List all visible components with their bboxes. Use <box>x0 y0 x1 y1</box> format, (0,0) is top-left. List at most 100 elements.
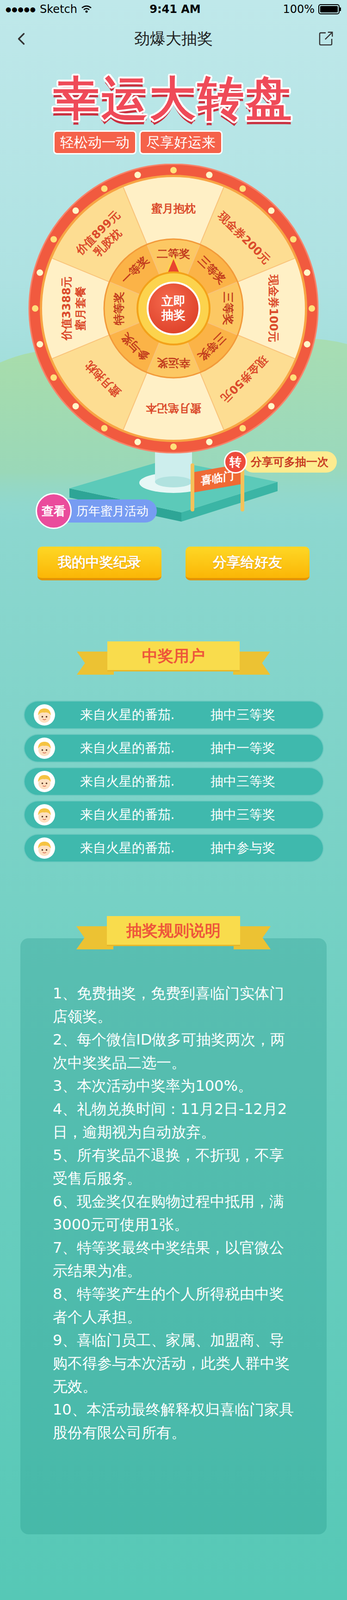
winner-prize: 抽中三等奖 <box>210 706 276 725</box>
draw-button[interactable]: 立即抽奖 <box>146 281 201 336</box>
wheel-light <box>239 185 247 193</box>
avatar-icon <box>33 737 56 760</box>
wheel-light <box>303 269 311 277</box>
hero-title: 幸运大转盘 <box>53 73 294 124</box>
segment-prize: 现金券50元 <box>218 353 271 405</box>
ribbon-title: 中奖用户 <box>107 641 240 671</box>
winner-name: 来自火星的番茄. <box>80 839 211 858</box>
segment-prize: 现金券100元 <box>266 274 280 343</box>
carrier: Sketch <box>39 2 78 16</box>
action-button[interactable]: 我的中奖纪录 <box>37 546 162 581</box>
nav-title: 劲爆大抽奖 <box>134 28 213 50</box>
history-button[interactable]: 查看历年蜜月活动 <box>35 493 157 530</box>
avatar-icon <box>33 837 56 860</box>
wheel: 蜜月抱枕二等奖现金券200元三等奖现金券100元三等奖现金券50元三等奖蜜月笔记… <box>29 164 318 453</box>
segment-level: 三等奖 <box>221 291 235 326</box>
avatar-icon <box>33 704 56 726</box>
rule-item: 4、礼物兑换时间：11月2日-12月2日，逾期视为自动放弃。 <box>52 1097 295 1145</box>
winner-row: 来自火星的番茄.抽中三等奖 <box>23 800 324 830</box>
ribbon-title: 抽奖规则说明 <box>106 916 241 946</box>
wheel-light <box>290 374 297 382</box>
segment-prize: 价值3388元 <box>60 276 74 342</box>
rules-banner: 抽奖规则说明 <box>43 916 304 950</box>
rules-card: 抽奖规则说明1、免费抽奖，免费到喜临门实体门店领奖。2、每个微信ID做多可抽奖两… <box>20 938 327 1536</box>
segment-level: 参与奖 <box>118 330 152 364</box>
winner-name: 来自火星的番茄. <box>80 806 211 825</box>
winner-prize: 抽中三等奖 <box>210 773 276 791</box>
actions-row: 我的中奖纪录分享给好友 <box>0 546 347 581</box>
wheel-light <box>303 340 311 348</box>
winners-banner: 中奖用户 <box>76 641 271 676</box>
wheel-light <box>50 236 57 243</box>
back-button[interactable] <box>8 25 35 52</box>
wheel-light <box>267 207 275 215</box>
wheel-light <box>170 167 177 174</box>
segment-prize: 蜜月套餐 <box>74 286 87 332</box>
wheel-light <box>31 305 39 312</box>
rule-item: 8、特等奖产生的个人所得税由中奖者个人承担。 <box>52 1282 295 1330</box>
segment-prize: 蜜月抱枕 <box>150 202 196 216</box>
wheel-light <box>134 171 142 179</box>
winners-section: 中奖用户来自火星的番茄.抽中三等奖来自火星的番茄.抽中一等奖来自火星的番茄.抽中… <box>0 641 347 863</box>
segment-prize: 乳胶枕 <box>91 226 124 260</box>
spin-icon: 转 <box>223 450 248 474</box>
winner-prize: 抽中三等奖 <box>210 806 276 825</box>
status-time: 9:41 AM <box>149 2 201 16</box>
back-icon <box>11 28 32 50</box>
winner-name: 来自火星的番茄. <box>80 739 211 758</box>
wheel-light <box>239 425 247 432</box>
history-label: 历年蜜月活动 <box>65 499 157 523</box>
winner-name: 来自火星的番茄. <box>80 773 211 791</box>
status-bar: ●●●●●Sketch9:41 AM100% <box>0 0 347 19</box>
rule-item: 3、本次活动中奖率为100%。 <box>52 1074 295 1098</box>
action-button[interactable]: 分享给好友 <box>185 546 310 581</box>
share-badge[interactable]: 转分享可多抽一次 <box>223 450 337 474</box>
wheel-light <box>36 340 44 348</box>
winner-prize: 抽中参与奖 <box>210 839 276 858</box>
hero-title-block: 幸运大转盘轻松动一动尽享好运来 <box>0 59 347 155</box>
winner-row: 来自火星的番茄.抽中三等奖 <box>23 767 324 797</box>
share-badge-text: 分享可多抽一次 <box>242 451 337 473</box>
wheel-light <box>101 185 108 193</box>
wheel-light <box>101 425 108 432</box>
wheel-light <box>72 207 80 215</box>
wheel-light <box>205 439 213 446</box>
wheel-light <box>170 443 177 451</box>
rule-item: 1、免费抽奖，免费到喜临门实体门店领奖。 <box>52 982 295 1029</box>
slogan-tag: 尽享好运来 <box>139 130 223 155</box>
avatar-icon <box>33 771 56 793</box>
wifi-icon <box>80 5 93 14</box>
lottery-page: ●●●●●Sketch9:41 AM100%劲爆大抽奖幸运大转盘轻松动一动尽享好… <box>0 0 347 1600</box>
wheel-light <box>50 374 57 382</box>
winner-list: 来自火星的番茄.抽中三等奖来自火星的番茄.抽中一等奖来自火星的番茄.抽中三等奖来… <box>23 700 324 863</box>
wheel-light <box>36 269 44 277</box>
segment-level: 一等奖 <box>118 253 152 287</box>
wheel-light <box>72 402 80 410</box>
winner-name: 来自火星的番茄. <box>80 706 211 725</box>
rule-item: 2、每个微信ID做多可抽奖两次，两次中奖奖品二选一。 <box>52 1028 295 1075</box>
wheel-light <box>267 402 275 410</box>
share-icon <box>316 30 335 48</box>
wheel-light <box>308 305 316 312</box>
winner-row: 来自火星的番茄.抽中参与奖 <box>23 834 324 863</box>
winner-prize: 抽中一等奖 <box>210 739 276 758</box>
segment-level: 特等奖 <box>112 291 126 326</box>
rule-item: 7、特等奖最终中奖结果，以官微公示结果为准。 <box>52 1236 295 1283</box>
battery-text: 100% <box>282 2 315 16</box>
history-tag: 查看 <box>35 493 72 530</box>
share-button[interactable] <box>312 25 339 52</box>
segment-prize: 蜜月抱枕 <box>82 359 124 400</box>
wheel-light <box>134 439 142 446</box>
rule-item: 9、喜临门员工、家属、加盟商、导购不得参与本次活动，此类人群中奖无效。 <box>52 1329 295 1399</box>
wheel-light <box>290 236 297 243</box>
slogan-tag: 轻松动一动 <box>53 130 137 155</box>
segment-prize: 蜜月笔记本 <box>145 402 202 416</box>
rule-item: 10、本活动最终解释权归喜临门家具股份有限公司所有。 <box>52 1398 295 1445</box>
battery-icon <box>318 4 342 15</box>
rule-item: 5、所有奖品不退换，不折现，不享受售后服务。 <box>52 1144 295 1191</box>
winner-row: 来自火星的番茄.抽中三等奖 <box>23 700 324 730</box>
winner-row: 来自火星的番茄.抽中一等奖 <box>23 734 324 763</box>
nav-bar: 劲爆大抽奖 <box>0 18 347 60</box>
slogan-row: 轻松动一动尽享好运来 <box>53 130 223 155</box>
rule-item: 6、现金奖仅在购物过程中抵用，满3000元可使用1张。 <box>52 1190 295 1237</box>
